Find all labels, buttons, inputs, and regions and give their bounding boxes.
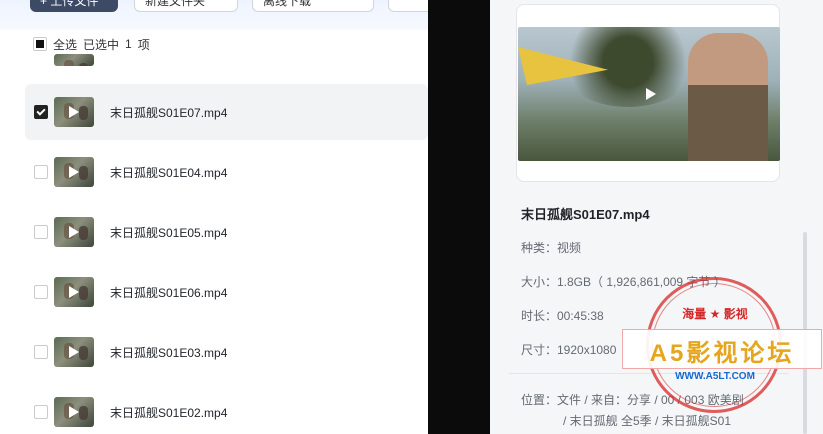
play-icon [69, 286, 79, 298]
preview-card [516, 4, 780, 182]
list-item[interactable]: 末日孤舰S01E05.mp4 [25, 204, 428, 260]
play-icon [69, 106, 79, 118]
item-checkbox[interactable] [34, 225, 48, 239]
detail-type: 种类：视频 [521, 241, 582, 255]
detail-duration: 时长：00:45:38 [521, 309, 604, 323]
play-icon[interactable] [646, 88, 656, 100]
play-icon [69, 226, 79, 238]
video-preview[interactable] [518, 27, 780, 161]
list-item[interactable]: 末日孤舰S01E02.mp4 [25, 384, 428, 434]
video-thumbnail [54, 337, 94, 367]
file-name[interactable]: 末日孤舰S01E04.mp4 [110, 164, 227, 181]
panel-divider [428, 0, 490, 434]
video-thumbnail [54, 397, 94, 427]
item-checkbox[interactable] [34, 345, 48, 359]
list-item[interactable]: 末日孤舰S01E04.mp4 [25, 144, 428, 200]
list-item[interactable]: 末日孤舰S01E03.mp4 [25, 324, 428, 380]
file-name[interactable]: 末日孤舰S01E06.mp4 [110, 284, 227, 301]
watermark-stamp: 海量 ★ 影视 A5影视论坛 WWW.A5LT.COM [622, 275, 822, 425]
file-list-panel: + 上传文件 新建文件夹 离线下载 全选 已选中 1 项 末日孤舰S01E07.… [0, 0, 428, 434]
file-name[interactable]: 末日孤舰S01E05.mp4 [110, 224, 227, 241]
play-icon [69, 166, 79, 178]
file-name[interactable]: 末日孤舰S01E03.mp4 [110, 344, 227, 361]
list-item[interactable]: 末日孤舰S01E07.mp4 [25, 84, 428, 140]
play-icon [69, 406, 79, 418]
video-thumbnail [54, 217, 94, 247]
video-thumbnail [54, 277, 94, 307]
detail-resolution: 尺寸：1920x1080 [521, 343, 617, 357]
detail-title: 末日孤舰S01E07.mp4 [521, 207, 650, 222]
file-name[interactable]: 末日孤舰S01E07.mp4 [110, 104, 227, 121]
item-checkbox[interactable] [34, 285, 48, 299]
item-checkbox[interactable] [34, 105, 48, 119]
file-name[interactable]: 末日孤舰S01E02.mp4 [110, 404, 227, 421]
video-thumbnail [54, 97, 94, 127]
video-thumbnail [54, 157, 94, 187]
list-item[interactable]: 末日孤舰S01E06.mp4 [25, 264, 428, 320]
item-checkbox[interactable] [34, 405, 48, 419]
list-item-partial[interactable] [25, 0, 428, 66]
item-checkbox[interactable] [34, 165, 48, 179]
play-icon [69, 346, 79, 358]
video-thumbnail [54, 54, 94, 66]
